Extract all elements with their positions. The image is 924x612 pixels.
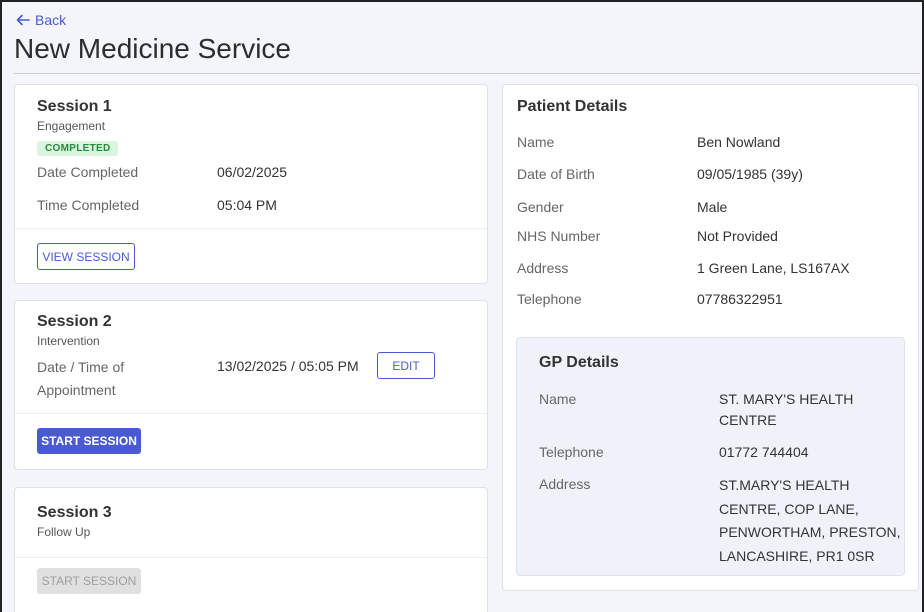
app-window: Back New Medicine Service Session 1 Enga… [0, 0, 924, 612]
patient-name-label: Name [517, 134, 555, 150]
session-2-subtitle: Intervention [37, 334, 100, 348]
start-session-2-button[interactable]: START SESSION [37, 428, 141, 454]
session-3-title: Session 3 [37, 504, 112, 521]
gp-telephone-label: Telephone [539, 444, 604, 460]
gp-name-line: ST. MARY'S HEALTH [719, 391, 854, 407]
patient-gender-value: Male [697, 199, 728, 215]
date-completed-label: Date Completed [37, 164, 139, 180]
patient-telephone-value: 07786322951 [697, 291, 783, 307]
edit-appointment-button[interactable]: EDIT [377, 352, 435, 379]
patient-name-value: Ben Nowland [697, 134, 781, 150]
card-divider [15, 557, 487, 558]
session-1-title: Session 1 [37, 98, 112, 115]
page-title: New Medicine Service [14, 33, 291, 64]
gp-address-line: CENTRE, COP LANE, [719, 500, 859, 517]
arrow-left-icon [16, 14, 30, 26]
session-3-card: Session 3 Follow Up START SESSION [14, 487, 488, 612]
date-completed-value: 06/02/2025 [217, 164, 288, 180]
patient-address-label: Address [517, 260, 569, 276]
patient-nhs-value: Not Provided [697, 228, 778, 244]
patient-dob-label: Date of Birth [517, 166, 595, 182]
time-completed-label: Time Completed [37, 197, 140, 213]
appointment-label-line2: Appointment [37, 382, 116, 398]
session-2-card: Session 2 Intervention Date / Time of Ap… [14, 300, 488, 470]
appointment-label: Date / Time of Appointment [37, 356, 124, 402]
appointment-value: 13/02/2025 / 05:05 PM [217, 358, 359, 374]
patient-gender-label: Gender [517, 199, 564, 215]
session-1-card: Session 1 Engagement COMPLETED Date Comp… [14, 84, 488, 284]
card-divider [15, 228, 487, 229]
session-2-title: Session 2 [37, 313, 112, 330]
back-label: Back [35, 12, 67, 28]
gp-address-line: PENWORTHAM, PRESTON, [719, 524, 901, 540]
gp-details-title: GP Details [539, 354, 619, 371]
status-badge: COMPLETED [37, 141, 119, 156]
patient-nhs-label: NHS Number [517, 228, 601, 244]
gp-address-value: ST.MARY'S HEALTH CENTRE, COP LANE, PENWO… [719, 474, 901, 568]
view-session-button[interactable]: VIEW SESSION [37, 243, 135, 270]
gp-telephone-value: 01772 744404 [719, 444, 809, 460]
patient-address-value: 1 Green Lane, LS167AX [697, 260, 850, 276]
gp-address-line: LANCASHIRE, PR1 0SR [719, 547, 875, 564]
patient-details-title: Patient Details [517, 98, 628, 115]
patient-details-card: Patient Details Name Ben Nowland Date of… [502, 84, 919, 591]
gp-name-label: Name [539, 391, 577, 407]
header-divider [14, 73, 920, 74]
gp-details-card: GP Details Name ST. MARY'S HEALTH CENTRE… [516, 337, 905, 576]
gp-address-label: Address [539, 476, 591, 492]
patient-telephone-label: Telephone [517, 291, 582, 307]
session-3-subtitle: Follow Up [37, 525, 91, 539]
gp-name-value: ST. MARY'S HEALTH CENTRE [719, 389, 853, 431]
gp-name-line: CENTRE [719, 412, 777, 428]
card-divider [15, 413, 487, 414]
patient-dob-value: 09/05/1985 (39y) [697, 166, 803, 182]
gp-address-line: ST.MARY'S HEALTH [719, 477, 850, 493]
appointment-label-line1: Date / Time of [37, 359, 125, 375]
time-completed-value: 05:04 PM [217, 197, 277, 213]
session-1-subtitle: Engagement [37, 119, 106, 133]
back-link[interactable]: Back [16, 12, 66, 28]
start-session-3-button[interactable]: START SESSION [37, 568, 141, 594]
